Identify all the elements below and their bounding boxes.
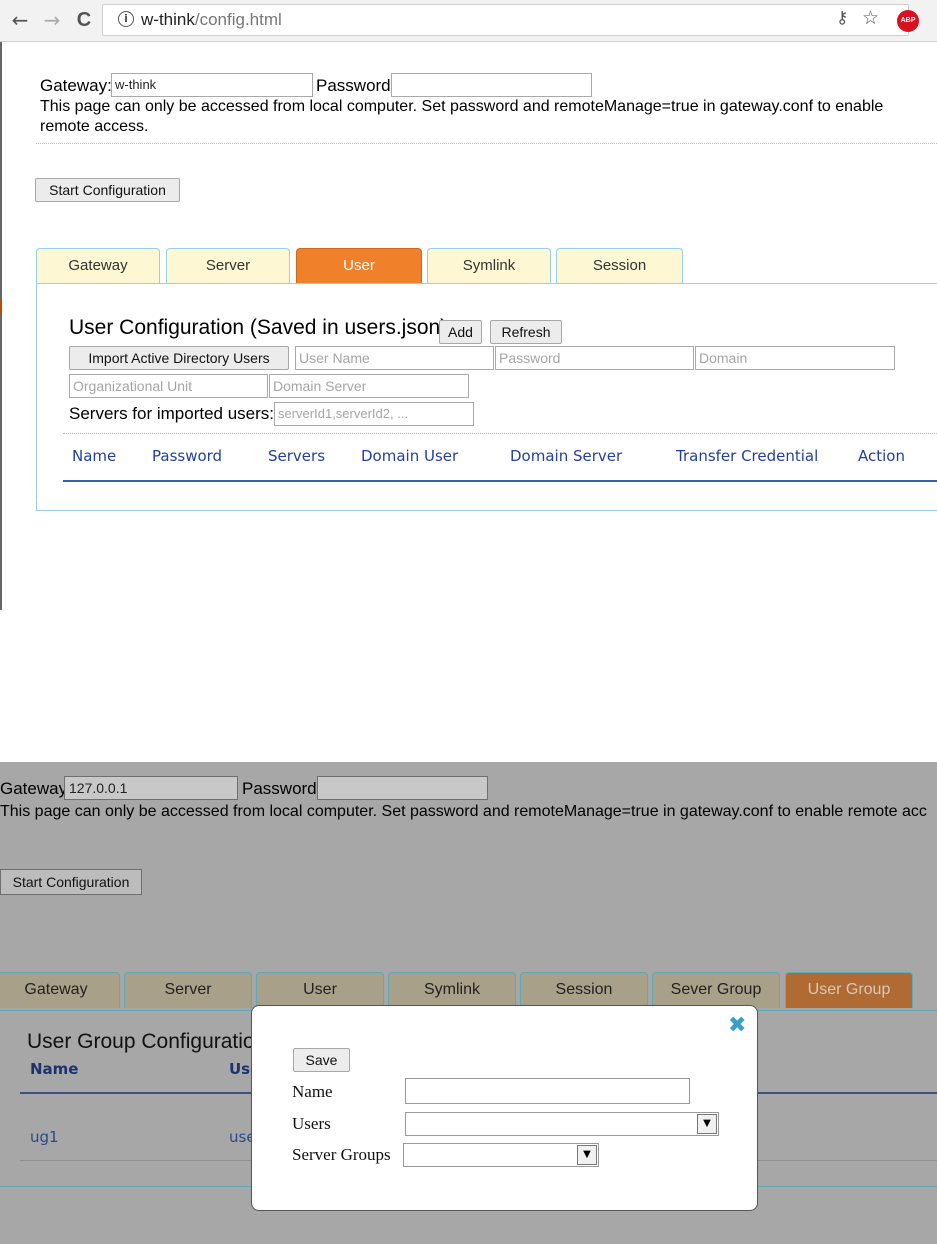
tab-gateway[interactable]: Gateway (0, 972, 120, 1008)
users-select[interactable]: ▼ (405, 1112, 719, 1136)
column-domain-user: Domain User (361, 447, 459, 465)
user-name-input[interactable]: User Name (295, 346, 494, 370)
reload-icon[interactable]: C (72, 8, 96, 32)
column-name: Name (30, 1060, 79, 1078)
gateway-label: Gateway: (0, 779, 72, 798)
info-icon[interactable]: i (118, 11, 134, 27)
chevron-down-icon[interactable]: ▼ (697, 1114, 717, 1134)
password-label: Password: (316, 76, 396, 95)
org-unit-input[interactable]: Organizational Unit (69, 374, 268, 398)
url-host: w-think (141, 10, 195, 29)
servers-label: Servers for imported users: (69, 404, 275, 423)
browser-toolbar: ← → C i w-think/config.html ⚷ ☆ ABP (0, 0, 937, 42)
column-domain-server: Domain Server (510, 447, 623, 465)
password-field[interactable]: Password (495, 346, 694, 370)
users-label: Users (292, 1114, 331, 1133)
domain-input[interactable]: Domain (695, 346, 895, 370)
password-input[interactable] (391, 73, 592, 97)
add-button[interactable]: Add (439, 320, 482, 344)
divider (63, 433, 937, 434)
tab-user[interactable]: User (296, 248, 422, 284)
password-input[interactable] (317, 776, 488, 800)
forward-icon[interactable]: → (40, 8, 64, 32)
back-icon[interactable]: ← (8, 8, 32, 32)
table-cell-name: ug1 (30, 1128, 59, 1146)
window-edge-accent (0, 300, 2, 314)
server-groups-select[interactable]: ▼ (403, 1143, 599, 1167)
import-ad-users-button[interactable]: Import Active Directory Users (69, 346, 289, 370)
url-path: /config.html (194, 10, 282, 29)
tab-gateway[interactable]: Gateway (36, 248, 160, 284)
url-text[interactable]: w-think/config.html (141, 10, 282, 30)
close-icon[interactable]: ✖ (728, 1013, 746, 1038)
star-icon[interactable]: ☆ (862, 7, 879, 29)
refresh-button[interactable]: Refresh (490, 320, 562, 344)
tab-server-group[interactable]: Sever Group (652, 972, 780, 1008)
key-icon[interactable]: ⚷ (836, 8, 848, 28)
column-password: Password (152, 447, 223, 465)
access-notice: This page can only be accessed from loca… (40, 98, 884, 135)
column-transfer-credential: Transfer Credential (676, 447, 819, 465)
table-header-underline (63, 480, 937, 482)
section-title: User Configuration (Saved in users.json) (69, 316, 448, 339)
tab-symlink[interactable]: Symlink (388, 972, 516, 1008)
start-configuration-button[interactable]: Start Configuration (35, 178, 180, 202)
server-groups-label: Server Groups (292, 1145, 391, 1164)
start-configuration-button[interactable]: Start Configuration (0, 869, 142, 895)
gateway-input[interactable]: w-think (111, 73, 313, 97)
divider (36, 143, 937, 144)
tab-server[interactable]: Server (166, 248, 290, 284)
password-label: Password: (242, 779, 322, 798)
name-input[interactable] (405, 1078, 690, 1104)
chevron-down-icon[interactable]: ▼ (577, 1145, 597, 1165)
gateway-input[interactable]: 127.0.0.1 (64, 776, 238, 800)
tab-symlink[interactable]: Symlink (427, 248, 551, 284)
servers-input[interactable]: serverId1,serverId2, ... (274, 402, 474, 426)
window-edge (0, 42, 2, 610)
domain-server-input[interactable]: Domain Server (269, 374, 469, 398)
tab-session[interactable]: Session (520, 972, 648, 1008)
access-notice: This page can only be accessed from loca… (0, 803, 927, 820)
name-label: Name (292, 1082, 333, 1101)
tab-server[interactable]: Server (124, 972, 252, 1008)
column-action: Action (858, 447, 905, 465)
tab-user[interactable]: User (256, 972, 384, 1008)
column-name: Name (72, 447, 117, 465)
user-group-dialog (251, 1005, 758, 1211)
column-servers: Servers (268, 447, 326, 465)
gateway-label: Gateway: (40, 76, 112, 95)
adblock-icon[interactable]: ABP (897, 10, 919, 32)
tab-session[interactable]: Session (556, 248, 683, 284)
section-title: User Group Configuratior (27, 1030, 262, 1053)
tab-user-group[interactable]: User Group (785, 972, 913, 1008)
save-button[interactable]: Save (293, 1048, 350, 1072)
